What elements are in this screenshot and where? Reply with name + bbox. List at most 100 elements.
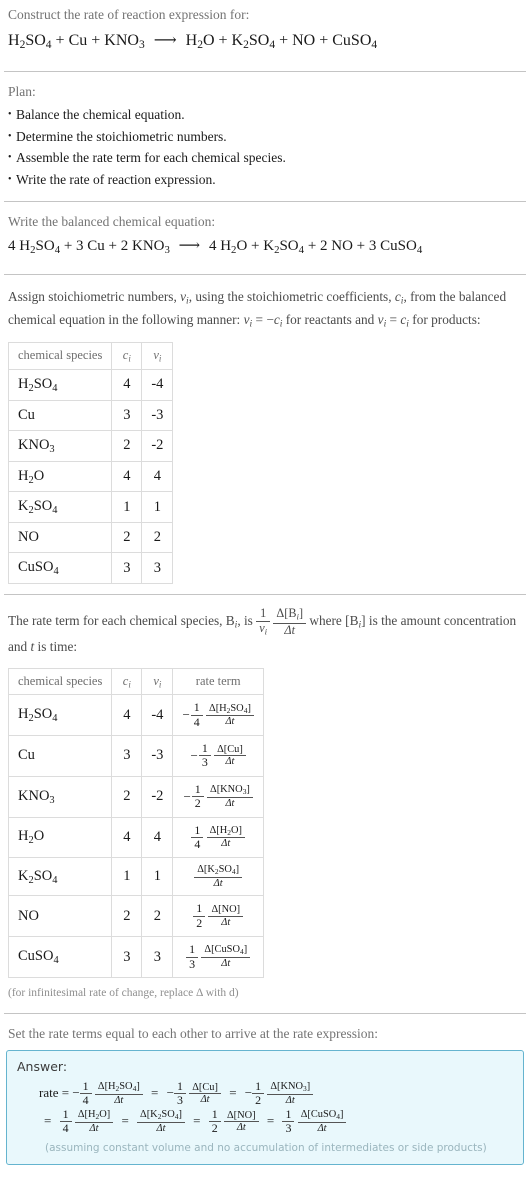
rate-term-table: chemical species ci vi rate term H2SO4 4…: [7, 667, 264, 978]
cell-rate-term: 12 Δ[NO] Δt: [172, 895, 264, 938]
table-row: K2SO4 1 1 Δ[K2SO4] Δt: [7, 857, 264, 897]
cell-ci: 3: [111, 399, 143, 431]
stoichiometric-intro: Assign stoichiometric numbers, vi, using…: [8, 289, 507, 330]
column-header-species: chemical species: [7, 342, 113, 370]
divider: [4, 1012, 526, 1014]
plan-step: Assemble the rate term for each chemical…: [8, 147, 526, 169]
cell-species: Cu: [7, 735, 113, 777]
divider: [4, 594, 526, 596]
cell-species: CuSO4: [7, 936, 113, 978]
table-row: CuSO4 3 3: [7, 552, 174, 585]
cell-rate-term: 14 Δ[H2O] Δt: [172, 816, 264, 859]
cell-vi: 1: [141, 491, 174, 524]
answer-expression-line-2: = 14 Δ[H2O] Δt = Δ[K2SO4] Δt = 12 Δ[NO] Δt …: [39, 1107, 513, 1136]
cell-ci: 4: [111, 460, 143, 493]
cell-ci: 1: [111, 491, 143, 524]
cell-species: H2SO4: [7, 368, 113, 401]
cell-species: H2O: [7, 460, 113, 493]
cell-ci: 2: [111, 429, 143, 462]
table-row: NO 2 2 12 Δ[NO] Δt: [7, 895, 264, 938]
cell-vi: 4: [141, 460, 174, 493]
cell-ci: 3: [111, 936, 143, 978]
cell-ci: 2: [111, 775, 143, 818]
cell-rate-term: 13 Δ[CuSO4] Δt: [172, 936, 264, 978]
plan-label: Plan:: [8, 83, 36, 99]
cell-vi: -2: [141, 775, 174, 818]
cell-species: NO: [7, 895, 113, 938]
cell-species: H2SO4: [7, 694, 113, 737]
cell-vi: -3: [141, 735, 174, 777]
stoichiometric-table: chemical species ci vi H2SO4 4 -4 Cu 3 -…: [7, 342, 174, 585]
column-header-ci: ci: [111, 342, 143, 370]
table-row: K2SO4 1 1: [7, 491, 174, 524]
answer-expression: rate = −1 4 Δ[H2SO4] Δt = −1 3 Δ[Cu] Δt = −1…: [17, 1079, 513, 1136]
balanced-equation-label: Write the balanced chemical equation:: [8, 214, 216, 230]
table-row: H2O 4 4: [7, 460, 174, 493]
cell-species: H2O: [7, 816, 113, 859]
cell-vi: -2: [141, 429, 174, 462]
table-header-row: chemical species ci vi rate term: [7, 667, 264, 696]
cell-ci: 2: [111, 895, 143, 938]
table-row: NO 2 2: [7, 522, 174, 554]
table-header-row: chemical species ci vi: [7, 342, 174, 370]
column-header-rate-term: rate term: [172, 667, 264, 696]
cell-vi: 1: [141, 857, 174, 897]
answer-box: Answer: rate = −1 4 Δ[H2SO4] Δt = −1 3 Δ[Cu…: [6, 1049, 524, 1165]
column-header-species: chemical species: [7, 667, 113, 696]
cell-vi: -3: [141, 399, 174, 431]
cell-ci: 4: [111, 694, 143, 737]
cell-ci: 4: [111, 368, 143, 401]
plan-step: Determine the stoichiometric numbers.: [8, 126, 526, 148]
rate-term-footnote: (for infinitesimal rate of change, repla…: [8, 986, 239, 999]
table-row: Cu 3 -3: [7, 399, 174, 431]
cell-vi: 2: [141, 522, 174, 554]
cell-vi: 4: [141, 816, 174, 859]
column-header-vi: vi: [141, 667, 174, 696]
table-row: H2SO4 4 -4: [7, 368, 174, 401]
page-root: Construct the rate of reaction expressio…: [0, 0, 530, 1165]
divider: [4, 274, 526, 276]
cell-rate-term: Δ[K2SO4] Δt: [172, 857, 264, 897]
cell-rate-term: −1 3 Δ[Cu] Δt: [172, 735, 264, 777]
cell-vi: 3: [141, 552, 174, 585]
table-row: Cu 3 -3 −1 3 Δ[Cu] Δt: [7, 735, 264, 777]
plan-list: Balance the chemical equation. Determine…: [4, 104, 526, 191]
column-header-ci: ci: [111, 667, 143, 696]
cell-ci: 4: [111, 816, 143, 859]
cell-rate-term: −1 4 Δ[H2SO4] Δt: [172, 694, 264, 737]
divider: [4, 201, 526, 203]
cell-vi: 3: [141, 936, 174, 978]
cell-vi: -4: [141, 368, 174, 401]
cell-ci: 1: [111, 857, 143, 897]
cell-species: KNO3: [7, 775, 113, 818]
final-step-label: Set the rate terms equal to each other t…: [8, 1025, 378, 1041]
rate-term-intro: The rate term for each chemical species,…: [8, 606, 517, 655]
cell-species: Cu: [7, 399, 113, 431]
plan-step: Balance the chemical equation.: [8, 104, 526, 126]
cell-vi: 2: [141, 895, 174, 938]
cell-vi: -4: [141, 694, 174, 737]
cell-species: K2SO4: [7, 491, 113, 524]
stoichiometric-table-body: H2SO4 4 -4 Cu 3 -3 KNO3 2 -2 H2O 4 4 K2S…: [7, 368, 174, 585]
answer-assumption-note: (assuming constant volume and no accumul…: [45, 1141, 487, 1154]
cell-ci: 2: [111, 522, 143, 554]
balanced-equation: 4 H2SO4 + 3 Cu + 2 KNO3 ⟶ 4 H2O + K2SO4 …: [8, 238, 423, 257]
table-row: KNO3 2 -2: [7, 429, 174, 462]
divider: [4, 70, 526, 72]
cell-ci: 3: [111, 735, 143, 777]
table-row: CuSO4 3 3 13 Δ[CuSO4] Δt: [7, 936, 264, 978]
cell-species: NO: [7, 522, 113, 554]
cell-species: K2SO4: [7, 857, 113, 897]
plan-step: Write the rate of reaction expression.: [8, 169, 526, 191]
cell-rate-term: −1 2 Δ[KNO3] Δt: [172, 775, 264, 818]
cell-ci: 3: [111, 552, 143, 585]
answer-label: Answer:: [17, 1058, 68, 1074]
column-header-vi: vi: [141, 342, 174, 370]
question-prompt: Construct the rate of reaction expressio…: [8, 7, 250, 22]
question-equation: H2SO4 + Cu + KNO3 ⟶ H2O + K2SO4 + NO + C…: [8, 32, 378, 52]
rate-term-table-body: H2SO4 4 -4 −1 4 Δ[H2SO4] Δt Cu 3 -3 −1 3 Δ[…: [7, 694, 264, 978]
cell-species: CuSO4: [7, 552, 113, 585]
table-row: H2O 4 4 14 Δ[H2O] Δt: [7, 816, 264, 859]
answer-expression-line-1: rate = −1 4 Δ[H2SO4] Δt = −1 3 Δ[Cu] Δt = −1…: [39, 1079, 513, 1108]
cell-species: KNO3: [7, 429, 113, 462]
